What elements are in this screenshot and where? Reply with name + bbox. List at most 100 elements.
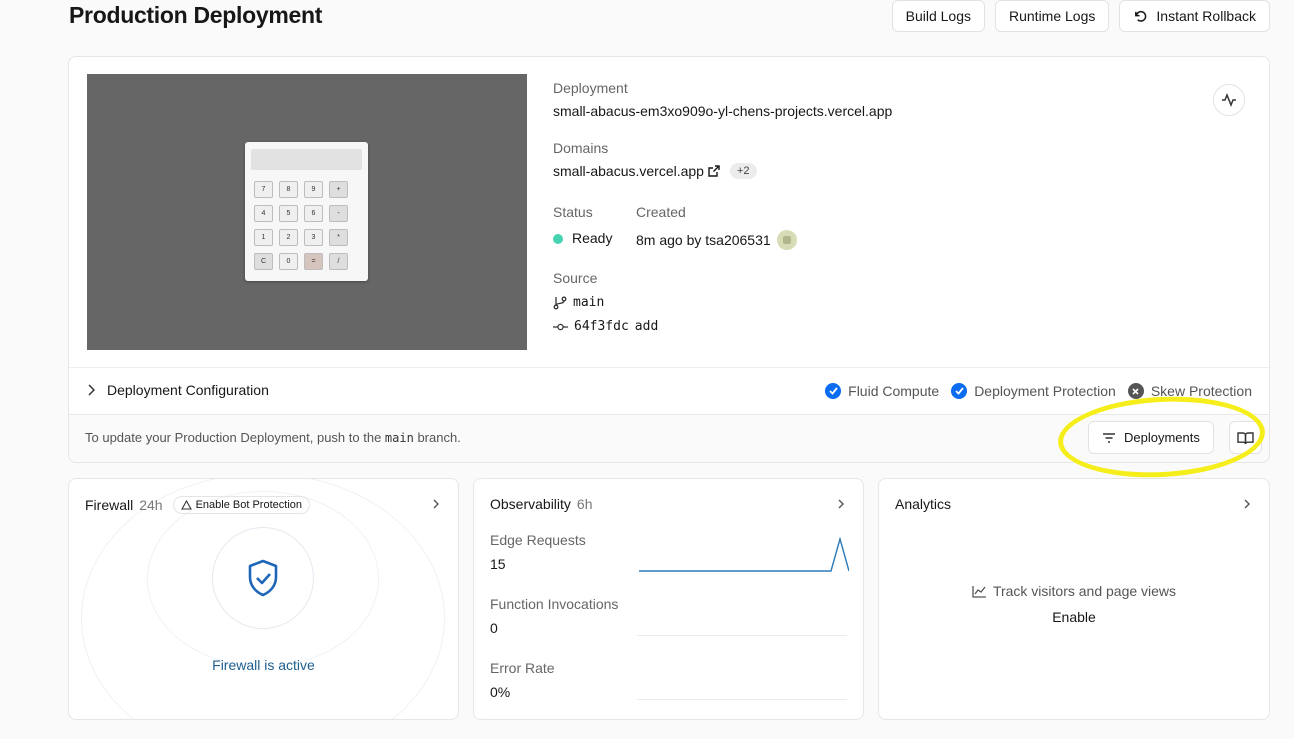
enable-analytics-button[interactable]: Enable: [879, 609, 1269, 625]
deployment-preview[interactable]: 7 8 9 +4 5 6- 1 2 3 * C 0 = /: [87, 74, 527, 350]
firewall-status: Firewall is active: [212, 657, 315, 673]
build-logs-button[interactable]: Build Logs: [891, 0, 985, 32]
domains-extra-badge[interactable]: +2: [729, 163, 757, 179]
firewall-card[interactable]: Firewall 24h Enable Bot Protection Firew…: [68, 478, 459, 720]
observability-card[interactable]: Observability 6h Edge Requests 15 Functi…: [473, 478, 864, 720]
calculator-keys: 7 8 9 +4 5 6- 1 2 3 * C 0 = /: [254, 181, 348, 270]
analytics-card[interactable]: Analytics Track visitors and page views …: [878, 478, 1270, 720]
firewall-title: Firewall: [85, 497, 134, 513]
build-logs-label: Build Logs: [905, 8, 971, 24]
top-actions: Build Logs Runtime Logs Instant Rollback: [891, 0, 1270, 32]
deployment-configuration-label: Deployment Configuration: [107, 382, 269, 398]
runtime-logs-button[interactable]: Runtime Logs: [995, 0, 1110, 32]
source-branch[interactable]: main: [553, 295, 604, 310]
function-invocations-sparkline: [637, 635, 847, 636]
line-chart-icon: [972, 586, 986, 598]
metric-value-function-invocations: 0: [490, 620, 498, 636]
deployment-url[interactable]: small-abacus-em3xo909o-yl-chens-projects…: [553, 103, 892, 119]
metric-value-error-rate: 0%: [490, 684, 511, 700]
calculator-key: 6: [304, 205, 323, 222]
external-link-icon[interactable]: [708, 165, 720, 177]
calculator-key: 0: [279, 253, 298, 270]
feature-label: Skew Protection: [1150, 383, 1252, 399]
domains-label: Domains: [553, 140, 609, 156]
commit-message: add: [634, 319, 659, 334]
docs-button[interactable]: [1229, 421, 1262, 454]
check-circle-icon: [825, 383, 842, 399]
avatar: [776, 230, 797, 250]
deployment-card: 7 8 9 +4 5 6- 1 2 3 * C 0 = / Deployment small-abacus…: [68, 56, 1270, 463]
edge-requests-sparkline: [639, 536, 849, 572]
source-commit[interactable]: 64f3fdc add: [553, 319, 658, 334]
calculator-key: -: [329, 205, 348, 222]
domain-link[interactable]: small-abacus.vercel.app: [553, 163, 704, 179]
metric-label-error-rate: Error Rate: [490, 660, 555, 676]
track-visitors-text: Track visitors and page views: [879, 583, 1269, 599]
calculator-key: 9: [304, 181, 323, 198]
enable-bot-protection-button[interactable]: Enable Bot Protection: [172, 496, 310, 514]
deployment-details: 7 8 9 +4 5 6- 1 2 3 * C 0 = / Deployment small-abacus…: [69, 57, 1269, 415]
activity-icon: [1222, 93, 1236, 107]
calculator-key: 1: [254, 229, 273, 246]
calculator-display: [251, 149, 362, 170]
analytics-title: Analytics: [895, 496, 952, 512]
calculator-key: /: [329, 253, 348, 270]
bot-badge-label: Enable Bot Protection: [195, 499, 302, 511]
feature-skew-protection: Skew Protection: [1127, 383, 1252, 399]
error-rate-sparkline: [637, 699, 847, 700]
bot-icon: [180, 500, 192, 510]
configuration-features: Fluid Compute Deployment Protection Skew P…: [825, 383, 1252, 399]
metric-label-function-invocations: Function Invocations: [490, 596, 619, 612]
book-icon: [1237, 431, 1254, 444]
feature-fluid-compute: Fluid Compute: [825, 383, 939, 399]
analytics-header: Analytics: [895, 496, 951, 512]
shield-check-icon: [248, 559, 278, 597]
note-branch: main: [384, 431, 414, 445]
rollback-icon: [1135, 10, 1147, 22]
observability-title: Observability: [490, 496, 571, 512]
calculator-key: C: [254, 253, 273, 270]
feature-label: Deployment Protection: [974, 383, 1116, 399]
calculator-preview: 7 8 9 +4 5 6- 1 2 3 * C 0 = /: [245, 142, 368, 281]
firewall-header: Firewall 24h Enable Bot Protection: [85, 496, 310, 514]
deployments-button[interactable]: Deployments: [1088, 421, 1214, 454]
created-label: Created: [636, 204, 686, 220]
source-label: Source: [553, 270, 598, 286]
deployment-configuration-toggle[interactable]: Deployment Configuration: [87, 382, 269, 398]
chevron-right-icon[interactable]: [1244, 499, 1251, 509]
metric-label-edge-requests: Edge Requests: [490, 532, 586, 548]
shield-badge: [212, 527, 314, 629]
domains-row: small-abacus.vercel.app +2: [553, 163, 757, 179]
activity-button[interactable]: [1213, 84, 1245, 116]
calculator-key: +: [329, 181, 348, 198]
feature-label: Fluid Compute: [848, 383, 940, 399]
chevron-right-icon[interactable]: [433, 499, 440, 509]
deployments-label: Deployments: [1124, 430, 1200, 445]
status-value: Ready: [553, 230, 612, 246]
status-label: Status: [553, 204, 593, 220]
firewall-period: 24h: [139, 497, 163, 513]
commit-hash: 64f3fdc: [574, 319, 629, 334]
observability-header: Observability 6h: [490, 496, 593, 512]
check-circle-icon: [951, 383, 968, 399]
runtime-logs-label: Runtime Logs: [1009, 8, 1096, 24]
calculator-key: 3: [304, 229, 323, 246]
page-title: Production Deployment: [69, 2, 323, 28]
calculator-key: 2: [279, 229, 298, 246]
production-update-note: To update your Production Deployment, pu…: [85, 430, 461, 445]
instant-rollback-label: Instant Rollback: [1156, 8, 1256, 24]
calculator-key: *: [329, 229, 348, 246]
instant-rollback-button[interactable]: Instant Rollback: [1119, 0, 1270, 32]
x-circle-icon: [1127, 383, 1144, 399]
calculator-key: =: [304, 253, 323, 270]
branch-name: main: [573, 295, 605, 310]
feature-deployment-protection: Deployment Protection: [951, 383, 1116, 399]
deployment-configuration-row[interactable]: Deployment Configuration Fluid Compute De…: [69, 367, 1269, 415]
created-value: 8m ago by tsa206531: [636, 230, 797, 250]
chevron-right-icon: [88, 384, 95, 396]
metric-value-edge-requests: 15: [490, 556, 506, 572]
chevron-right-icon[interactable]: [838, 499, 845, 509]
filter-icon: [1103, 432, 1115, 443]
git-commit-icon: [553, 323, 568, 330]
git-branch-icon: [553, 296, 567, 309]
